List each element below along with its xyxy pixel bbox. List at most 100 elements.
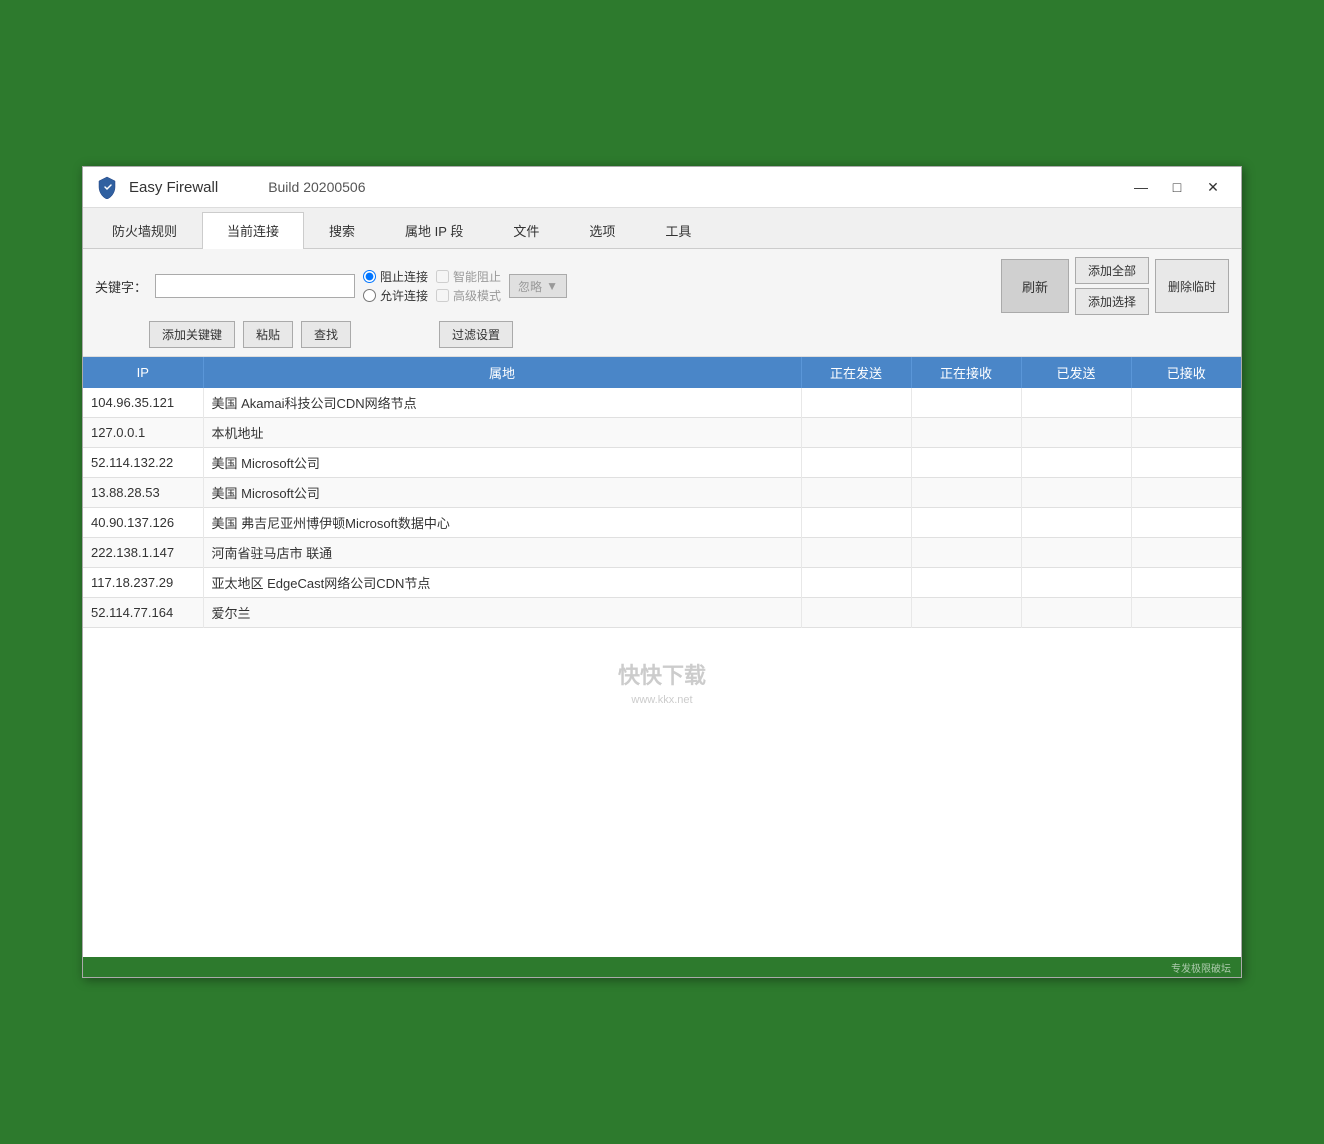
advanced-mode-label[interactable]: 高级模式 [436, 287, 501, 304]
cell-attr: 爱尔兰 [203, 598, 801, 628]
tab-files[interactable]: 文件 [488, 212, 564, 248]
cell-received [1131, 448, 1241, 478]
smart-block-checkbox[interactable] [436, 270, 449, 283]
paste-button[interactable]: 粘贴 [243, 321, 293, 348]
cell-ip: 52.114.77.164 [83, 598, 203, 628]
cell-receiving [911, 448, 1021, 478]
tab-options[interactable]: 选项 [564, 212, 640, 248]
cell-receiving [911, 478, 1021, 508]
table-body: 104.96.35.121 美国 Akamai科技公司CDN网络节点 127.0… [83, 388, 1241, 628]
tab-ip-range[interactable]: 属地 IP 段 [380, 212, 488, 248]
cell-sent [1021, 418, 1131, 448]
cell-sending [801, 418, 911, 448]
table-header-row: IP 属地 正在发送 正在接收 已发送 已接收 [83, 357, 1241, 388]
keyword-input[interactable] [155, 274, 355, 298]
block-radio-text: 阻止连接 [380, 268, 428, 285]
add-keyword-button[interactable]: 添加关键键 [149, 321, 235, 348]
toolbar: 关键字： 阻止连接 允许连接 智能阻止 高级模式 [83, 249, 1241, 357]
tab-search[interactable]: 搜索 [304, 212, 380, 248]
table-row[interactable]: 52.114.132.22 美国 Microsoft公司 [83, 448, 1241, 478]
table-row[interactable]: 13.88.28.53 美国 Microsoft公司 [83, 478, 1241, 508]
dropdown-arrow-icon: ▼ [546, 279, 558, 293]
cell-sending [801, 448, 911, 478]
delete-temp-button[interactable]: 删除临时 [1155, 259, 1229, 313]
app-name: Easy Firewall [129, 179, 218, 196]
ignore-label: 忽略 [518, 278, 542, 295]
refresh-button[interactable]: 刷新 [1001, 259, 1069, 313]
connection-radio-group: 阻止连接 允许连接 [363, 268, 428, 304]
block-radio[interactable] [363, 270, 376, 283]
cell-sent [1021, 508, 1131, 538]
cell-receiving [911, 538, 1021, 568]
allow-radio-label[interactable]: 允许连接 [363, 287, 428, 304]
cell-sending [801, 508, 911, 538]
cell-receiving [911, 598, 1021, 628]
col-sending: 正在发送 [801, 357, 911, 388]
cell-attr: 本机地址 [203, 418, 801, 448]
keyword-label: 关键字： [95, 277, 147, 296]
toolbar-row1: 关键字： 阻止连接 允许连接 智能阻止 高级模式 [95, 257, 1229, 315]
advanced-mode-checkbox[interactable] [436, 289, 449, 302]
toolbar-row2: 添加关键键 粘贴 查找 过滤设置 [95, 321, 1229, 348]
block-radio-label[interactable]: 阻止连接 [363, 268, 428, 285]
cell-sending [801, 598, 911, 628]
cell-received [1131, 418, 1241, 448]
add-selected-button[interactable]: 添加选择 [1075, 288, 1149, 315]
table-row[interactable]: 40.90.137.126 美国 弗吉尼亚州博伊顿Microsoft数据中心 [83, 508, 1241, 538]
window-controls: — □ ✕ [1125, 176, 1229, 198]
minimize-button[interactable]: — [1125, 176, 1157, 198]
title-left: Easy Firewall Build 20200506 [95, 175, 366, 199]
cell-received [1131, 478, 1241, 508]
table-row[interactable]: 127.0.0.1 本机地址 [83, 418, 1241, 448]
cell-receiving [911, 388, 1021, 418]
ignore-dropdown[interactable]: 忽略 ▼ [509, 274, 567, 298]
app-icon [95, 175, 119, 199]
footer-bar: 专发极限破坛 [83, 957, 1241, 977]
cell-received [1131, 568, 1241, 598]
cell-receiving [911, 418, 1021, 448]
main-window: Easy Firewall Build 20200506 — □ ✕ 防火墙规则… [82, 166, 1242, 978]
filter-settings-button[interactable]: 过滤设置 [439, 321, 513, 348]
cell-sending [801, 478, 911, 508]
cell-ip: 222.138.1.147 [83, 538, 203, 568]
find-button[interactable]: 查找 [301, 321, 351, 348]
table-row[interactable]: 222.138.1.147 河南省驻马店市 联通 [83, 538, 1241, 568]
tab-bar: 防火墙规则 当前连接 搜索 属地 IP 段 文件 选项 工具 [83, 208, 1241, 249]
col-sent: 已发送 [1021, 357, 1131, 388]
tab-tools[interactable]: 工具 [640, 212, 716, 248]
cell-sent [1021, 568, 1131, 598]
cell-attr: 美国 Microsoft公司 [203, 478, 801, 508]
cell-ip: 40.90.137.126 [83, 508, 203, 538]
tab-current-connections[interactable]: 当前连接 [202, 212, 304, 249]
connection-table-container: IP 属地 正在发送 正在接收 已发送 已接收 104.96.35.121 美国… [83, 357, 1241, 957]
cell-attr: 美国 Microsoft公司 [203, 448, 801, 478]
maximize-button[interactable]: □ [1161, 176, 1193, 198]
mode-checkbox-group: 智能阻止 高级模式 [436, 268, 501, 304]
smart-block-text: 智能阻止 [453, 268, 501, 285]
cell-received [1131, 598, 1241, 628]
cell-attr: 河南省驻马店市 联通 [203, 538, 801, 568]
smart-block-label[interactable]: 智能阻止 [436, 268, 501, 285]
connection-table: IP 属地 正在发送 正在接收 已发送 已接收 104.96.35.121 美国… [83, 357, 1241, 628]
title-bar: Easy Firewall Build 20200506 — □ ✕ [83, 167, 1241, 208]
cell-attr: 亚太地区 EdgeCast网络公司CDN节点 [203, 568, 801, 598]
allow-radio[interactable] [363, 289, 376, 302]
watermark-url: www.kkx.net [83, 694, 1241, 706]
cell-receiving [911, 568, 1021, 598]
table-row[interactable]: 117.18.237.29 亚太地区 EdgeCast网络公司CDN节点 [83, 568, 1241, 598]
cell-attr: 美国 Akamai科技公司CDN网络节点 [203, 388, 801, 418]
table-row[interactable]: 104.96.35.121 美国 Akamai科技公司CDN网络节点 [83, 388, 1241, 418]
col-receiving: 正在接收 [911, 357, 1021, 388]
table-row[interactable]: 52.114.77.164 爱尔兰 [83, 598, 1241, 628]
tab-firewall-rules[interactable]: 防火墙规则 [87, 212, 202, 248]
cell-receiving [911, 508, 1021, 538]
cell-sent [1021, 538, 1131, 568]
cell-received [1131, 538, 1241, 568]
cell-ip: 117.18.237.29 [83, 568, 203, 598]
col-ip: IP [83, 357, 203, 388]
cell-ip: 13.88.28.53 [83, 478, 203, 508]
cell-sending [801, 538, 911, 568]
close-button[interactable]: ✕ [1197, 176, 1229, 198]
cell-ip: 127.0.0.1 [83, 418, 203, 448]
add-all-button[interactable]: 添加全部 [1075, 257, 1149, 284]
